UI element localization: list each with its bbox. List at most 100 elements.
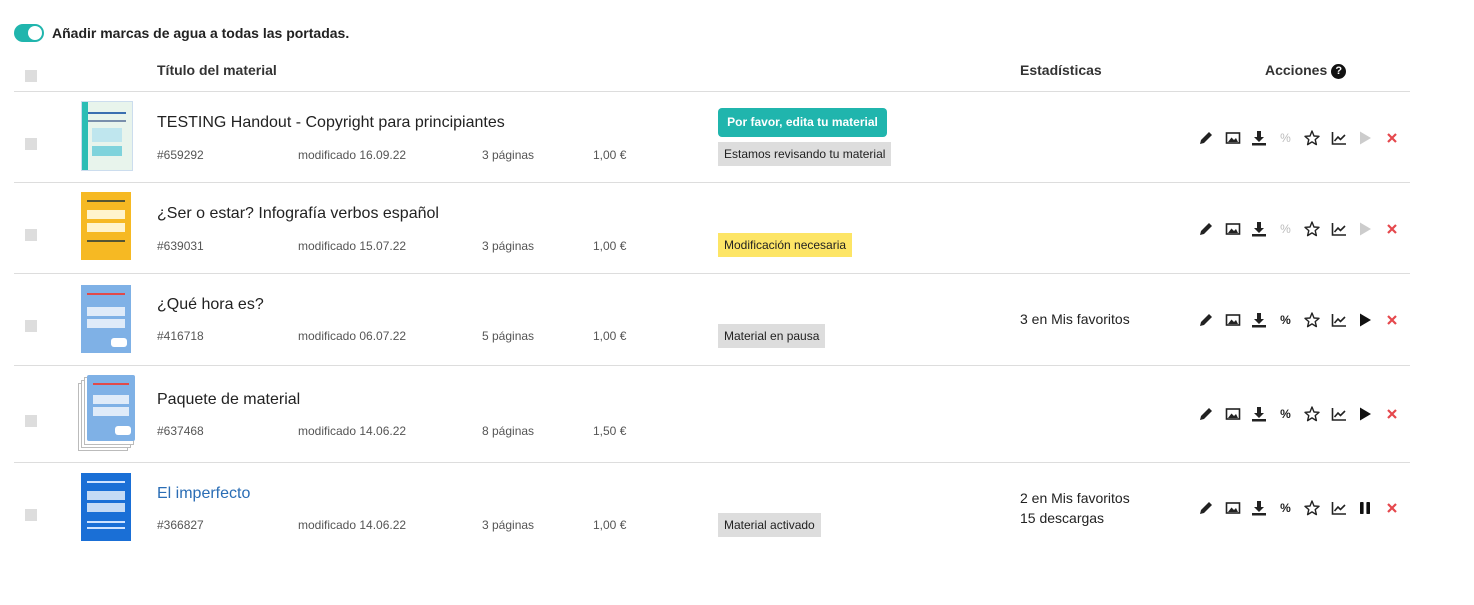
image-icon[interactable] <box>1225 130 1241 146</box>
chart-icon[interactable] <box>1331 500 1347 516</box>
select-all-checkbox[interactable] <box>25 70 37 82</box>
row-checkbox[interactable] <box>25 415 37 427</box>
table-row: Paquete de material #637468 modificado 1… <box>0 365 1474 462</box>
edit-material-button[interactable]: Por favor, edita tu material <box>718 108 887 137</box>
material-id: #637468 <box>157 424 204 438</box>
close-icon[interactable] <box>1384 406 1400 422</box>
image-icon[interactable] <box>1225 500 1241 516</box>
row-actions: % <box>1198 498 1410 518</box>
material-id: #416718 <box>157 329 204 343</box>
material-id: #366827 <box>157 518 204 532</box>
material-cover-thumbnail[interactable] <box>81 101 133 171</box>
download-icon[interactable] <box>1251 221 1267 237</box>
material-cover-thumbnail[interactable] <box>81 473 131 541</box>
status-badge: Estamos revisando tu material <box>718 142 892 166</box>
row-checkbox[interactable] <box>25 138 37 150</box>
table-row: ¿Qué hora es? #416718 modificado 06.07.2… <box>0 273 1474 365</box>
star-icon[interactable] <box>1304 312 1320 328</box>
watermark-label: Añadir marcas de agua a todas las portad… <box>52 25 350 41</box>
material-title[interactable]: ¿Qué hora es? <box>157 296 264 314</box>
download-icon[interactable] <box>1251 130 1267 146</box>
row-checkbox[interactable] <box>25 320 37 332</box>
page-count: 3 páginas <box>482 148 535 162</box>
table-row: TESTING Handout - Copyright para princip… <box>0 91 1474 182</box>
price: 1,50 € <box>593 424 627 438</box>
modified-date: modificado 16.09.22 <box>298 148 407 162</box>
percent-icon[interactable]: % <box>1278 500 1294 516</box>
close-icon[interactable] <box>1384 500 1400 516</box>
download-icon[interactable] <box>1251 500 1267 516</box>
title-column-header: Título del material <box>157 62 277 78</box>
image-icon[interactable] <box>1225 221 1241 237</box>
row-actions: % <box>1198 310 1410 330</box>
price: 1,00 € <box>593 518 627 532</box>
actions-label: Acciones <box>1265 62 1328 78</box>
pencil-icon[interactable] <box>1198 312 1214 328</box>
close-icon[interactable] <box>1384 221 1400 237</box>
price: 1,00 € <box>593 148 627 162</box>
modified-date: modificado 14.06.22 <box>298 424 407 438</box>
chart-icon[interactable] <box>1331 406 1347 422</box>
percent-icon[interactable]: % <box>1278 221 1294 237</box>
stats-favorites: 2 en Mis favoritos <box>1020 490 1130 506</box>
material-cover-thumbnail[interactable] <box>81 192 131 260</box>
stats-column-header: Estadísticas <box>1020 62 1102 78</box>
status-badge: Material en pausa <box>718 324 826 348</box>
page-count: 3 páginas <box>482 239 535 253</box>
pencil-icon[interactable] <box>1198 500 1214 516</box>
star-icon[interactable] <box>1304 406 1320 422</box>
page-count: 8 páginas <box>482 424 535 438</box>
modified-date: modificado 15.07.22 <box>298 239 407 253</box>
star-icon[interactable] <box>1304 500 1320 516</box>
row-checkbox[interactable] <box>25 509 37 521</box>
material-title[interactable]: ¿Ser o estar? Infografía verbos español <box>157 205 439 223</box>
price: 1,00 € <box>593 329 627 343</box>
close-icon[interactable] <box>1384 130 1400 146</box>
close-icon[interactable] <box>1384 312 1400 328</box>
image-icon[interactable] <box>1225 312 1241 328</box>
material-id: #659292 <box>157 148 204 162</box>
row-actions: % <box>1198 404 1410 424</box>
pencil-icon[interactable] <box>1198 130 1214 146</box>
row-actions: % <box>1198 128 1410 148</box>
download-icon[interactable] <box>1251 312 1267 328</box>
percent-icon[interactable]: % <box>1278 312 1294 328</box>
modified-date: modificado 14.06.22 <box>298 518 407 532</box>
play-icon[interactable] <box>1357 406 1373 422</box>
play-icon[interactable] <box>1357 221 1373 237</box>
chart-icon[interactable] <box>1331 312 1347 328</box>
row-checkbox[interactable] <box>25 229 37 241</box>
watermark-toggle-row: Añadir marcas de agua a todas las portad… <box>14 24 349 42</box>
table-row: ¿Ser o estar? Infografía verbos español … <box>0 182 1474 273</box>
image-icon[interactable] <box>1225 406 1241 422</box>
material-id: #639031 <box>157 239 204 253</box>
page-count: 5 páginas <box>482 329 535 343</box>
play-icon[interactable] <box>1357 312 1373 328</box>
stats-favorites: 3 en Mis favoritos <box>1020 311 1130 327</box>
material-title-link[interactable]: El imperfecto <box>157 485 250 503</box>
download-icon[interactable] <box>1251 406 1267 422</box>
chart-icon[interactable] <box>1331 221 1347 237</box>
material-title[interactable]: Paquete de material <box>157 391 300 409</box>
bundle-cover-stack[interactable] <box>78 375 140 453</box>
percent-icon[interactable]: % <box>1278 130 1294 146</box>
stats-downloads: 15 descargas <box>1020 510 1105 526</box>
material-title[interactable]: TESTING Handout - Copyright para princip… <box>157 114 505 132</box>
material-cover-thumbnail[interactable] <box>81 285 131 353</box>
help-icon[interactable]: ? <box>1331 64 1347 79</box>
price: 1,00 € <box>593 239 627 253</box>
status-badge: Material activado <box>718 513 821 537</box>
pencil-icon[interactable] <box>1198 221 1214 237</box>
pause-icon[interactable] <box>1357 500 1373 516</box>
chart-icon[interactable] <box>1331 130 1347 146</box>
star-icon[interactable] <box>1304 221 1320 237</box>
row-actions: % <box>1198 219 1410 239</box>
percent-icon[interactable]: % <box>1278 406 1294 422</box>
watermark-toggle[interactable] <box>14 24 44 42</box>
star-icon[interactable] <box>1304 130 1320 146</box>
play-icon[interactable] <box>1357 130 1373 146</box>
pencil-icon[interactable] <box>1198 406 1214 422</box>
status-badge: Modificación necesaria <box>718 233 853 257</box>
modified-date: modificado 06.07.22 <box>298 329 407 343</box>
actions-column-header: Acciones? <box>1265 62 1347 79</box>
